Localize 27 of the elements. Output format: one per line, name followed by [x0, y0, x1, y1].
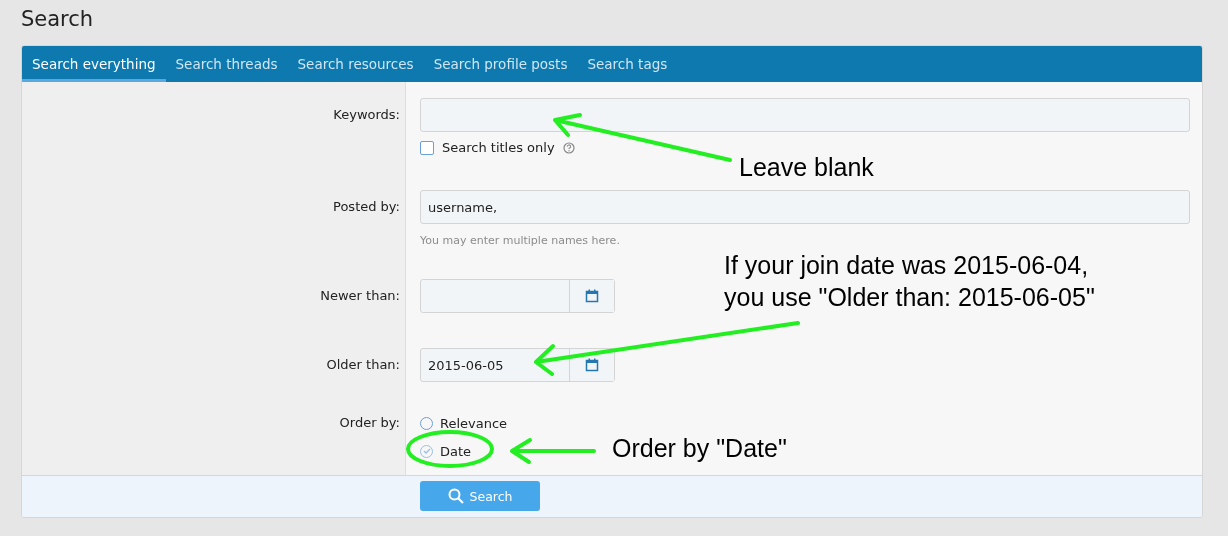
help-icon[interactable]	[562, 141, 575, 154]
field-label: Newer than:	[320, 287, 401, 305]
search-button[interactable]: Search	[420, 481, 540, 511]
page-title: Search	[21, 6, 94, 33]
annotation-note: If your join date was 2015-06-04, you use "Older than: 2015-06-05"	[724, 250, 1095, 313]
order-radio[interactable]: Date	[420, 437, 508, 465]
field-label: Older than:	[326, 356, 401, 374]
annotation-note: Leave blank	[739, 152, 874, 183]
order-radio[interactable]: Relevance	[420, 409, 508, 437]
annotation-note: Order by "Date"	[612, 433, 787, 464]
calendar-icon	[585, 289, 599, 303]
field-hint: You may enter multiple names here.	[420, 234, 620, 247]
field-label: Order by:	[339, 414, 401, 432]
calendar-icon	[585, 358, 599, 372]
text-field[interactable]	[420, 98, 1190, 132]
check-icon	[422, 447, 431, 455]
search-icon	[447, 488, 464, 504]
field-label: Keywords:	[333, 106, 401, 124]
search-tab[interactable]: Search resources	[287, 46, 424, 82]
field-label: Posted by:	[333, 198, 401, 216]
search-tab[interactable]: Search tags	[577, 46, 678, 82]
date-field[interactable]: 2015-06-05	[420, 348, 615, 382]
search-tab[interactable]: Search profile posts	[423, 46, 578, 82]
text-field[interactable]: username,	[420, 190, 1190, 224]
search-tab[interactable]: Search threads	[165, 46, 288, 82]
date-field[interactable]	[420, 279, 615, 313]
titles-only-checkbox[interactable]: Search titles only	[420, 140, 575, 155]
